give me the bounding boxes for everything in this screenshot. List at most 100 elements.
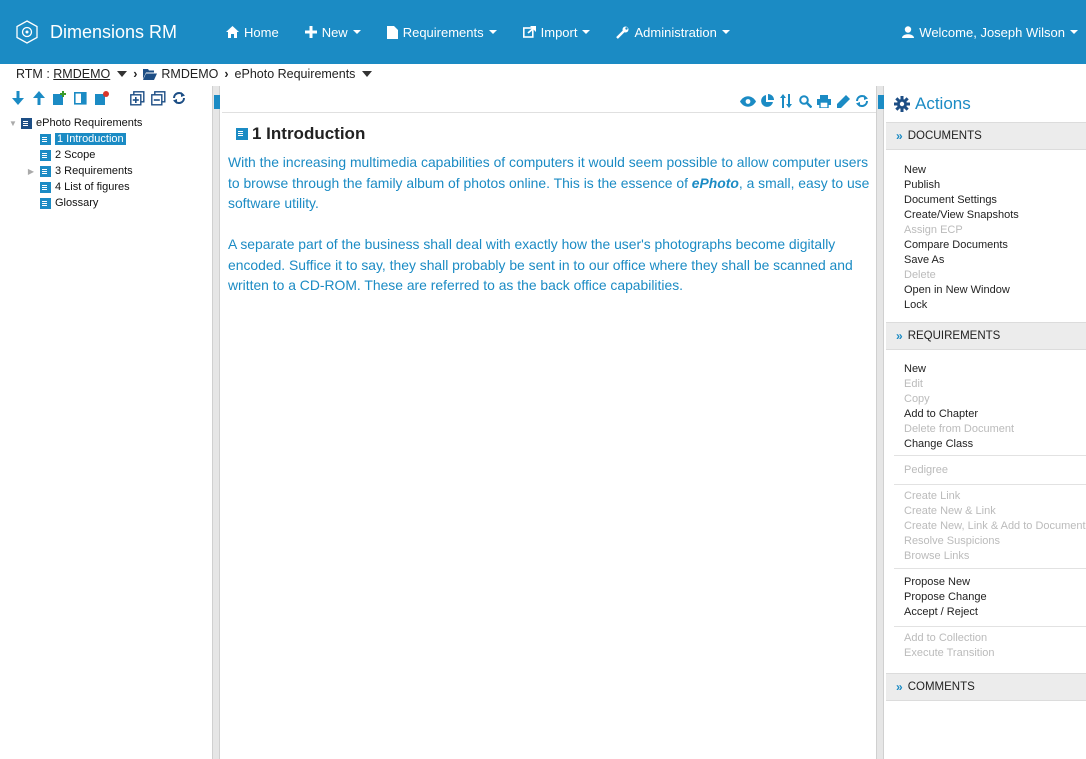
action-change-class[interactable]: Change Class xyxy=(904,437,1014,452)
action-document-settings[interactable]: Document Settings xyxy=(904,193,1019,208)
action-propose-change[interactable]: Propose Change xyxy=(904,590,987,605)
nav-home[interactable]: Home xyxy=(226,25,279,40)
folder-open-icon xyxy=(143,68,158,80)
action-new-document[interactable]: New xyxy=(904,163,1019,178)
divider xyxy=(894,626,1086,627)
tree-item-label: 3 Requirements xyxy=(55,165,133,177)
caret-down-icon[interactable] xyxy=(117,71,128,77)
caret-down-icon[interactable] xyxy=(362,71,373,77)
tree-item-requirements[interactable]: ▶ 3 Requirements xyxy=(0,163,212,179)
documents-menu: New Publish Document Settings Create/Vie… xyxy=(904,163,1019,313)
requirements-menu-3: Create Link Create New & Link Create New… xyxy=(904,489,1086,564)
action-accept-reject[interactable]: Accept / Reject xyxy=(904,605,987,620)
tree-item-introduction[interactable]: 1 Introduction xyxy=(0,131,212,147)
tree-panel: ▼ ePhoto Requirements 1 Introduction 2 Sc… xyxy=(0,86,212,759)
chevron-double-down-icon: » xyxy=(896,329,903,343)
action-publish[interactable]: Publish xyxy=(904,178,1019,193)
action-propose-new[interactable]: Propose New xyxy=(904,575,987,590)
add-requirement-icon[interactable] xyxy=(52,90,68,106)
section-requirements-label: REQUIREMENTS xyxy=(907,330,1001,342)
refresh-icon[interactable] xyxy=(854,93,870,109)
right-splitter[interactable] xyxy=(876,86,884,759)
user-icon xyxy=(902,26,915,38)
section-heading: 1 Introduction xyxy=(236,124,365,144)
section-documents[interactable]: » DOCUMENTS xyxy=(886,122,1086,150)
section-title: 1 Introduction xyxy=(252,124,366,143)
nav-new[interactable]: New xyxy=(304,24,361,40)
expand-all-icon[interactable] xyxy=(129,90,145,106)
actions-panel: Actions » DOCUMENTS New Publish Document … xyxy=(886,86,1086,759)
nav-requirements-label: Requirements xyxy=(402,24,484,40)
collapse-left-handle[interactable] xyxy=(214,95,220,109)
collapse-right-handle[interactable] xyxy=(878,95,884,109)
divider xyxy=(894,455,1086,456)
action-delete-from-document: Delete from Document xyxy=(904,423,1015,435)
welcome-text: Welcome, Joseph Wilson xyxy=(919,24,1065,40)
pie-chart-icon[interactable] xyxy=(759,93,775,109)
action-snapshots[interactable]: Create/View Snapshots xyxy=(904,208,1019,223)
tree-root[interactable]: ▼ ePhoto Requirements xyxy=(0,115,212,131)
action-open-new-window[interactable]: Open in New Window xyxy=(904,283,1019,298)
tree-item-glossary[interactable]: Glossary xyxy=(0,195,212,211)
brand[interactable]: Dimensions RM xyxy=(14,15,177,49)
chevron-right-icon: › xyxy=(133,67,138,81)
nav-home-label: Home xyxy=(244,24,279,40)
chevron-down-icon xyxy=(488,30,497,34)
chevron-down-icon xyxy=(1070,30,1078,34)
document-toolbar xyxy=(737,93,870,109)
home-icon xyxy=(226,26,239,38)
breadcrumb-document[interactable]: ePhoto Requirements xyxy=(235,67,356,81)
nav-new-label: New xyxy=(321,24,348,40)
action-new-requirement[interactable]: New xyxy=(904,362,1014,377)
action-save-as[interactable]: Save As xyxy=(904,253,1019,268)
paragraph-1: With the increasing multimedia capabilit… xyxy=(228,152,876,214)
collapse-all-icon[interactable] xyxy=(150,90,166,106)
action-compare-documents[interactable]: Compare Documents xyxy=(904,238,1019,253)
chevron-right-icon: › xyxy=(224,67,229,81)
requirements-menu-2: Pedigree xyxy=(904,463,948,478)
nav-import[interactable]: Import xyxy=(522,24,591,40)
move-up-icon[interactable] xyxy=(31,90,47,106)
section-comments-label: COMMENTS xyxy=(907,681,975,693)
section-documents-label: DOCUMENTS xyxy=(907,130,982,142)
top-nav-bar: Dimensions RM Home New Requirements Impo… xyxy=(0,0,1086,64)
print-icon[interactable] xyxy=(816,93,832,109)
section-comments[interactable]: » COMMENTS xyxy=(886,673,1086,701)
action-add-to-chapter[interactable]: Add to Chapter xyxy=(904,407,1014,422)
divider xyxy=(894,568,1086,569)
pencil-icon[interactable] xyxy=(835,93,851,109)
action-lock[interactable]: Lock xyxy=(904,298,1019,313)
action-pedigree: Pedigree xyxy=(904,464,949,476)
delete-requirement-icon[interactable] xyxy=(94,90,110,106)
chevron-down-icon xyxy=(721,30,730,34)
tree-item-label: 4 List of figures xyxy=(55,181,130,193)
tree-collapsed-caret-icon[interactable]: ▶ xyxy=(26,167,36,176)
sort-icon[interactable] xyxy=(778,93,794,109)
user-menu[interactable]: Welcome, Joseph Wilson xyxy=(902,0,1078,64)
chapter-icon xyxy=(40,133,51,145)
refresh-tree-icon[interactable] xyxy=(171,90,187,106)
add-chapter-icon[interactable] xyxy=(73,90,89,106)
chevron-down-icon xyxy=(352,30,361,34)
breadcrumb-project-link[interactable]: RMDEMO xyxy=(53,67,110,81)
dimensions-logo-icon xyxy=(16,20,38,44)
eye-icon[interactable] xyxy=(740,93,756,109)
nav-requirements[interactable]: Requirements xyxy=(386,24,497,40)
tree-item-list-of-figures[interactable]: 4 List of figures xyxy=(0,179,212,195)
document-icon xyxy=(21,117,32,129)
nav-import-label: Import xyxy=(540,24,578,40)
left-splitter[interactable] xyxy=(212,86,220,759)
action-create-new-link-add: Create New, Link & Add to Document xyxy=(904,520,1086,532)
file-icon xyxy=(386,25,398,39)
breadcrumb-folder[interactable]: RMDEMO xyxy=(161,67,218,81)
document-tree: ▼ ePhoto Requirements 1 Introduction 2 Sc… xyxy=(0,115,212,211)
product-name: ePhoto xyxy=(691,174,739,191)
paragraph-2: A separate part of the business shall de… xyxy=(228,236,853,293)
tree-expanded-caret-icon[interactable]: ▼ xyxy=(8,119,18,128)
search-icon[interactable] xyxy=(797,93,813,109)
nav-administration[interactable]: Administration xyxy=(616,25,730,40)
section-requirements[interactable]: » REQUIREMENTS xyxy=(886,322,1086,350)
move-down-icon[interactable] xyxy=(10,90,26,106)
tree-item-scope[interactable]: 2 Scope xyxy=(0,147,212,163)
app-title: Dimensions RM xyxy=(50,21,178,42)
